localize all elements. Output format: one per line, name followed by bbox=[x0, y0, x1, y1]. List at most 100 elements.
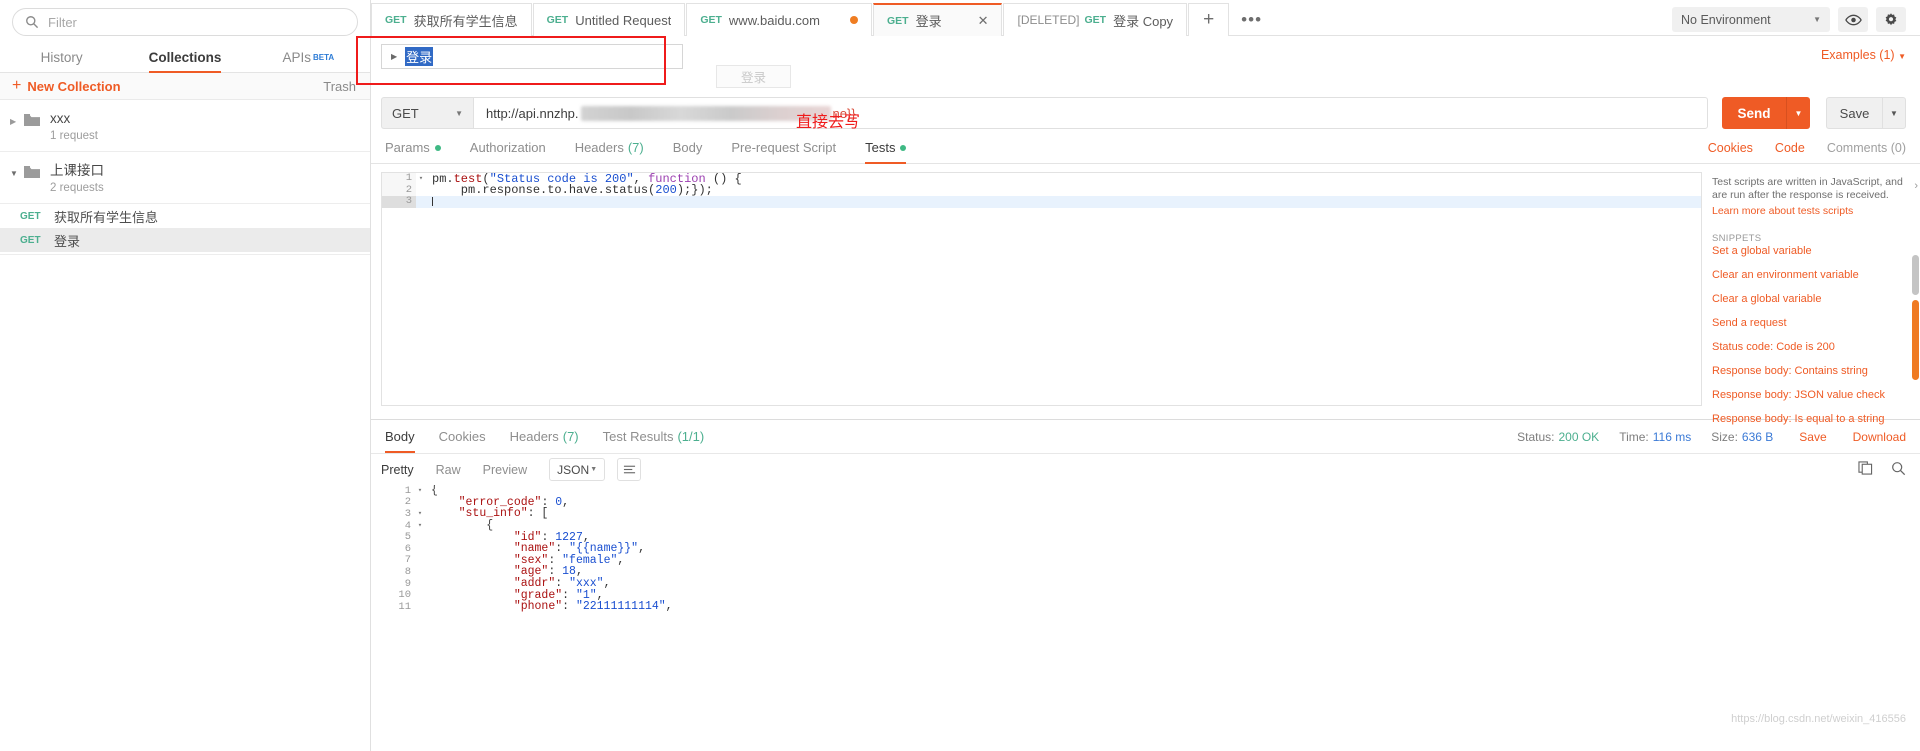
settings-button[interactable] bbox=[1876, 7, 1906, 32]
response-toolbar-right bbox=[1858, 461, 1906, 479]
cookies-link[interactable]: Cookies bbox=[1708, 141, 1753, 155]
http-method-selector[interactable]: GET ▼ bbox=[381, 97, 473, 129]
request-tab-2[interactable]: GET www.baidu.com bbox=[686, 3, 872, 36]
chevron-down-icon[interactable]: ▼ bbox=[10, 162, 24, 178]
code-link[interactable]: Code bbox=[1775, 141, 1805, 155]
size-value: 636 B bbox=[1741, 429, 1774, 444]
search-input[interactable] bbox=[48, 14, 345, 30]
editor-scrollbar[interactable] bbox=[1912, 300, 1919, 380]
request-tabs: Params Authorization Headers (7) Body Pre… bbox=[371, 132, 1920, 164]
editor-zone: 1 ▾ pm.test("Status code is 200", function… bbox=[371, 164, 1920, 425]
page-scrollbar[interactable] bbox=[1912, 255, 1919, 295]
response-tab-test-results[interactable]: Test Results (1/1) bbox=[603, 420, 705, 453]
tab-method: GET bbox=[546, 14, 569, 26]
response-line: 6 "name": "{{name}}", bbox=[381, 542, 1920, 555]
environment-quick-look-button[interactable] bbox=[1838, 7, 1868, 32]
send-button[interactable]: Send bbox=[1722, 97, 1786, 129]
response-tab-cookies[interactable]: Cookies bbox=[439, 420, 486, 453]
save-options-button[interactable]: ▼ bbox=[1882, 97, 1906, 129]
chevron-right-icon[interactable]: ▶ bbox=[10, 110, 24, 126]
fold-icon[interactable]: ▾ bbox=[415, 509, 425, 518]
request-tab-0[interactable]: GET 获取所有学生信息 bbox=[371, 3, 532, 36]
examples-link[interactable]: Examples (1) ▼ bbox=[1821, 48, 1906, 62]
save-response-button[interactable]: Save bbox=[1799, 430, 1826, 444]
time-value: 116 ms bbox=[1652, 429, 1692, 444]
comments-link[interactable]: Comments (0) bbox=[1827, 141, 1906, 155]
format-selector[interactable]: JSON ▼ bbox=[549, 458, 606, 481]
save-button[interactable]: Save bbox=[1826, 97, 1882, 129]
response-line: 2 "error_code": 0, bbox=[381, 496, 1920, 509]
snippet-item-2[interactable]: Clear a global variable bbox=[1712, 293, 1908, 305]
snippet-item-7[interactable]: Response body: Is equal to a string bbox=[1712, 413, 1908, 425]
tab-pre-request-script-label: Pre-request Script bbox=[731, 140, 837, 155]
collection-row-shangke[interactable]: ▼ 上课接口 2 requests bbox=[0, 152, 370, 204]
tests-code-editor[interactable]: 1 ▾ pm.test("Status code is 200", function… bbox=[381, 172, 1702, 406]
tab-tests-label: Tests bbox=[865, 140, 896, 155]
line-number: 11 bbox=[398, 600, 411, 613]
response-tab-headers[interactable]: Headers (7) bbox=[510, 420, 579, 453]
request-name-ghost: 登录 bbox=[716, 65, 791, 88]
new-collection-button[interactable]: + New Collection bbox=[12, 78, 121, 94]
snippet-item-0[interactable]: Set a global variable bbox=[1712, 245, 1908, 257]
sidebar-tab-apis[interactable]: APIs BETA bbox=[247, 42, 370, 72]
learn-more-link[interactable]: Learn more about tests scripts bbox=[1712, 205, 1908, 217]
fold-icon[interactable]: ▾ bbox=[415, 486, 425, 495]
request-tab-1[interactable]: GET Untitled Request bbox=[532, 3, 686, 36]
environment-selector[interactable]: No Environment ▼ bbox=[1672, 7, 1830, 32]
request-name-input[interactable]: ▶ 登录 bbox=[381, 44, 683, 69]
sidebar-request-login[interactable]: GET 登录 bbox=[0, 228, 370, 252]
url-input[interactable]: http://api.nnzhp. ne}} bbox=[473, 97, 1708, 129]
send-group: Send ▼ bbox=[1722, 97, 1810, 129]
sidebar-tab-collections[interactable]: Collections bbox=[123, 42, 246, 73]
trash-button[interactable]: Trash bbox=[323, 79, 356, 94]
search-response-button[interactable] bbox=[1891, 461, 1906, 479]
status-dot-icon bbox=[900, 144, 907, 151]
tab-headers[interactable]: Headers (7) bbox=[575, 132, 644, 164]
response-meta: Status: 200 OK Time: 116 ms Size: 636 B Sav… bbox=[1497, 430, 1906, 444]
copy-button[interactable] bbox=[1858, 461, 1873, 478]
view-mode-pretty[interactable]: Pretty bbox=[381, 463, 414, 477]
tab-method: GET bbox=[385, 14, 407, 26]
sidebar-request-get-students[interactable]: GET 获取所有学生信息 bbox=[0, 204, 370, 228]
snippets-title: SNIPPETS bbox=[1712, 233, 1762, 244]
download-response-button[interactable]: Download bbox=[1853, 430, 1906, 444]
tab-body[interactable]: Body bbox=[673, 132, 703, 164]
send-options-button[interactable]: ▼ bbox=[1786, 97, 1810, 129]
new-tab-button[interactable]: + bbox=[1188, 3, 1230, 36]
response-line: 5 "id": 1227, bbox=[381, 531, 1920, 544]
snippet-item-3[interactable]: Send a request bbox=[1712, 317, 1908, 329]
request-tab-4[interactable]: [DELETED] GET 登录 Copy bbox=[1003, 3, 1188, 36]
status-label: Status: bbox=[1517, 429, 1555, 444]
response-line: 11 "phone": "22111111114", bbox=[381, 600, 1920, 613]
tab-pre-request-script[interactable]: Pre-request Script bbox=[731, 132, 836, 164]
fold-icon[interactable]: ▾ bbox=[415, 521, 425, 530]
view-mode-preview[interactable]: Preview bbox=[483, 463, 527, 477]
view-mode-raw[interactable]: Raw bbox=[436, 463, 461, 477]
line-number: 7 bbox=[404, 554, 411, 567]
snippet-item-6[interactable]: Response body: JSON value check bbox=[1712, 389, 1908, 401]
response-tab-body[interactable]: Body bbox=[385, 420, 415, 453]
sidebar-tab-history[interactable]: History bbox=[0, 42, 123, 72]
ellipsis-icon: ••• bbox=[1241, 9, 1263, 29]
snippet-item-4[interactable]: Status code: Code is 200 bbox=[1712, 341, 1908, 353]
close-icon[interactable]: ✕ bbox=[978, 13, 989, 29]
fold-icon[interactable]: ▾ bbox=[416, 174, 426, 183]
filter-box[interactable] bbox=[12, 8, 358, 36]
wrap-lines-button[interactable] bbox=[617, 458, 642, 481]
plus-icon: + bbox=[1203, 9, 1215, 30]
snippet-item-1[interactable]: Clear an environment variable bbox=[1712, 269, 1908, 281]
new-collection-row: + New Collection Trash bbox=[0, 73, 370, 100]
unsaved-dot-icon bbox=[849, 16, 858, 24]
tab-method: GET bbox=[886, 14, 909, 27]
snippet-item-5[interactable]: Response body: Contains string bbox=[1712, 365, 1908, 377]
tab-authorization[interactable]: Authorization bbox=[470, 132, 546, 164]
line-number: 10 bbox=[398, 589, 411, 602]
request-tab-3[interactable]: GET 登录 ✕ bbox=[872, 3, 1003, 36]
tab-more-button[interactable]: ••• bbox=[1229, 3, 1274, 36]
tab-method: GET bbox=[1084, 14, 1107, 26]
tab-tests[interactable]: Tests bbox=[865, 132, 907, 164]
collection-row-xxx[interactable]: ▶ xxx 1 request bbox=[0, 100, 370, 152]
chevron-right-icon[interactable]: › bbox=[1914, 180, 1918, 192]
response-body[interactable]: 1 ▾{2 "error_code": 0, 3 ▾ "stu_info": [4 ▾ … bbox=[371, 485, 1920, 751]
tab-params[interactable]: Params bbox=[385, 132, 441, 164]
